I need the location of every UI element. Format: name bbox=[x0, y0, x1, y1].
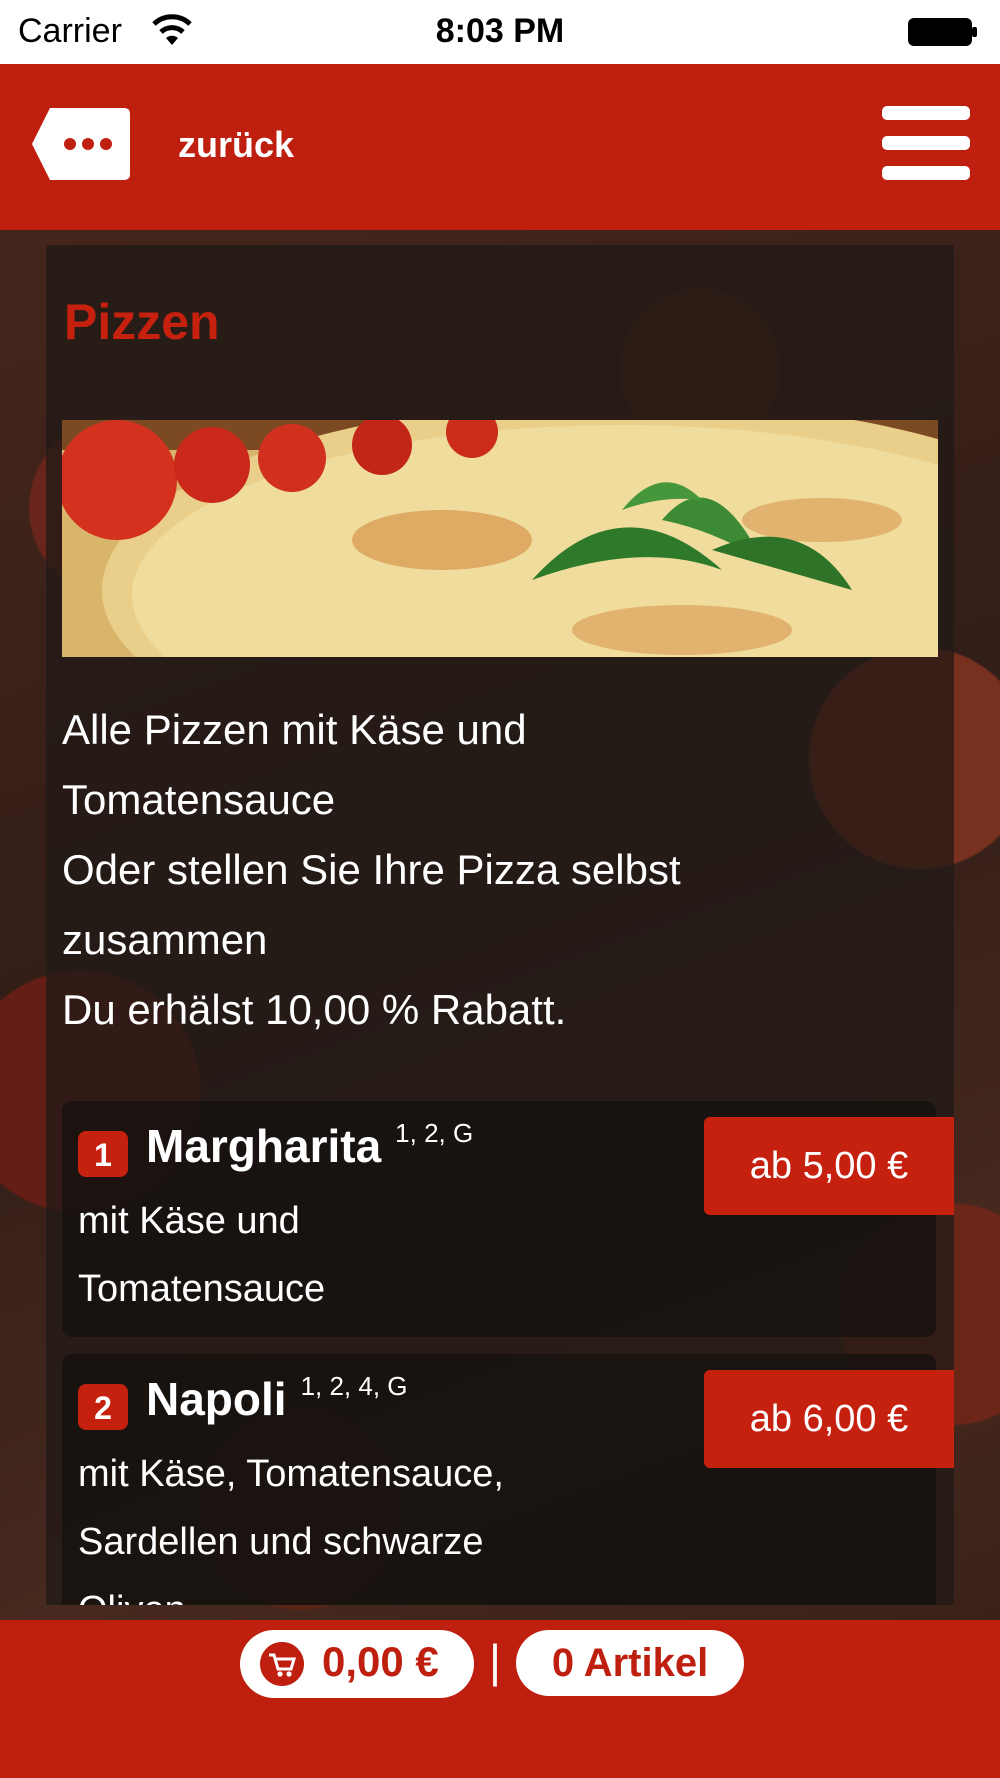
item-description-line: mit Käse und bbox=[78, 1200, 300, 1242]
description-line: Alle Pizzen mit Käse und bbox=[62, 706, 527, 753]
item-name: Napoli 1, 2, 4, G bbox=[146, 1371, 408, 1426]
item-name: Margharita 1, 2, G bbox=[146, 1118, 474, 1173]
item-description: mit Käse, Tomatensauce, Sardellen und sc… bbox=[78, 1440, 638, 1605]
cart-total: 0,00 € bbox=[322, 1638, 439, 1685]
description-line: Du erhälst 10,00 % Rabatt. bbox=[62, 986, 567, 1033]
battery-icon bbox=[908, 18, 977, 46]
item-additives: 1, 2, 4, G bbox=[300, 1371, 408, 1401]
menu-item[interactable]: 2 Napoli 1, 2, 4, G mit Käse, Tomatensauc… bbox=[62, 1354, 954, 1605]
item-additives: 1, 2, G bbox=[395, 1118, 474, 1148]
description-line: Tomatensauce bbox=[62, 776, 336, 823]
category-panel: Pizzen Alle Pizzen mit Käse und Tomatens… bbox=[46, 245, 954, 1605]
description-line: zusammen bbox=[62, 916, 268, 963]
article-count-button[interactable]: 0 Artikel bbox=[516, 1630, 744, 1696]
item-description-line: mit Käse, Tomatensauce, bbox=[78, 1453, 504, 1495]
status-bar: Carrier 8:03 PM bbox=[0, 0, 1000, 64]
item-description: mit Käse und Tomatensauce bbox=[78, 1187, 638, 1323]
cart-total-button[interactable]: 0,00 € bbox=[240, 1630, 474, 1698]
item-name-text: Napoli bbox=[146, 1373, 287, 1425]
price-button[interactable]: ab 6,00 € bbox=[704, 1370, 954, 1468]
back-button[interactable] bbox=[30, 106, 132, 182]
shopping-cart-icon bbox=[260, 1642, 304, 1686]
category-description: Alle Pizzen mit Käse und Tomatensauce Od… bbox=[62, 695, 932, 1045]
cart-footer: 0,00 € | 0 Artikel bbox=[0, 1620, 1000, 1778]
item-number: 1 bbox=[78, 1131, 128, 1177]
menu-item[interactable]: 1 Margharita 1, 2, G mit Käse und Tomaten… bbox=[62, 1101, 954, 1337]
hamburger-menu-icon[interactable] bbox=[882, 106, 970, 180]
price-button[interactable]: ab 5,00 € bbox=[704, 1117, 954, 1215]
description-line: Oder stellen Sie Ihre Pizza selbst bbox=[62, 846, 681, 893]
back-label[interactable]: zurück bbox=[178, 124, 294, 166]
category-hero-image bbox=[62, 420, 938, 657]
item-name-text: Margharita bbox=[146, 1120, 382, 1172]
item-description-line: Sardellen und schwarze bbox=[78, 1521, 484, 1563]
category-title: Pizzen bbox=[64, 294, 220, 350]
item-description-line: Oliven bbox=[78, 1576, 638, 1605]
clock: 8:03 PM bbox=[435, 12, 565, 50]
item-description-line: Tomatensauce bbox=[78, 1268, 326, 1310]
footer-separator: | bbox=[489, 1635, 501, 1687]
article-count: 0 Artikel bbox=[551, 1641, 709, 1685]
item-number: 2 bbox=[78, 1384, 128, 1430]
app-header: zurück bbox=[0, 64, 1000, 230]
